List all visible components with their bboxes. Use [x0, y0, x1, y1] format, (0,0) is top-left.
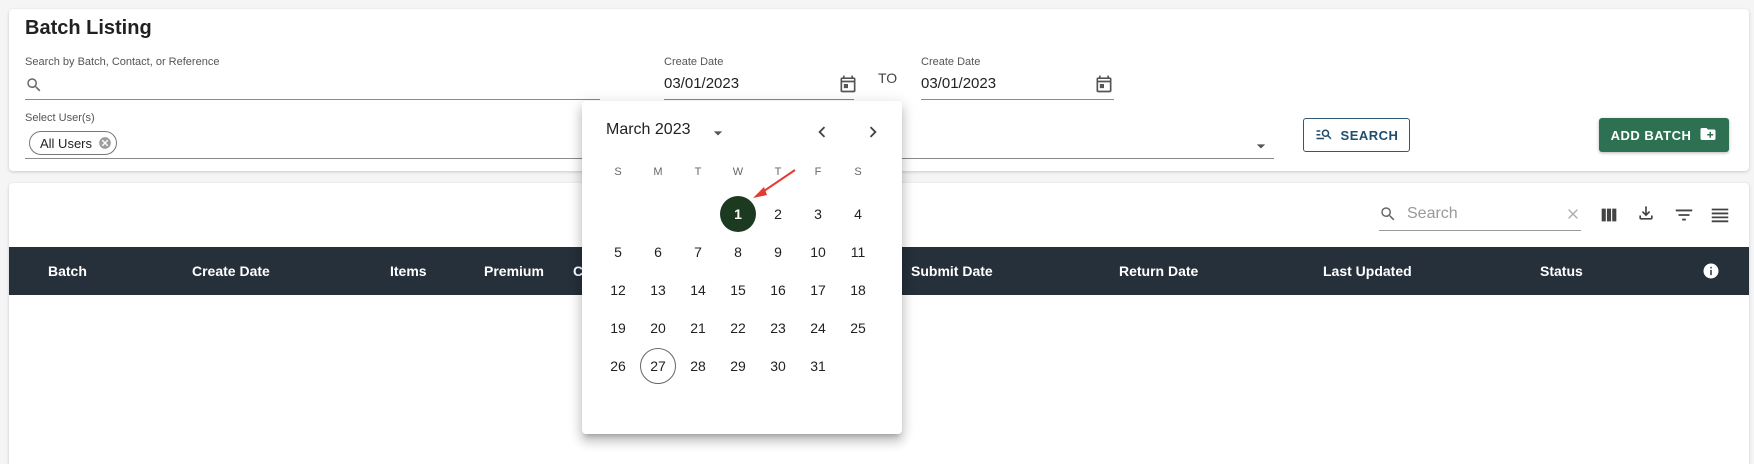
- column-header-last-updated[interactable]: Last Updated: [1323, 263, 1412, 279]
- batch-search-input[interactable]: [25, 99, 600, 100]
- calendar-day[interactable]: 15: [720, 272, 756, 308]
- column-header-submit-date[interactable]: Submit Date: [911, 263, 993, 279]
- arrow-drop-down-icon[interactable]: [708, 123, 728, 143]
- create-date-to-underline: [921, 99, 1114, 100]
- chevron-left-icon[interactable]: [811, 121, 833, 143]
- column-header-return-date[interactable]: Return Date: [1119, 263, 1198, 279]
- weekday-label: M: [653, 166, 663, 178]
- download-icon[interactable]: [1636, 203, 1656, 223]
- view-column-icon[interactable]: [1598, 204, 1620, 226]
- column-header-status[interactable]: Status: [1540, 263, 1583, 279]
- search-icon: [25, 76, 43, 94]
- calendar-day[interactable]: 28: [680, 348, 716, 384]
- add-batch-button[interactable]: ADD BATCH: [1599, 118, 1729, 152]
- calendar-day[interactable]: 9: [760, 234, 796, 270]
- calendar-icon[interactable]: [838, 74, 858, 94]
- weekday-label: F: [814, 166, 822, 178]
- create-date-from-input[interactable]: 03/01/2023: [664, 75, 739, 92]
- users-select-label: Select User(s): [25, 112, 95, 124]
- batch-search-label: Search by Batch, Contact, or Reference: [25, 56, 220, 68]
- calendar-day[interactable]: 11: [840, 234, 876, 270]
- calendar-day[interactable]: 5: [600, 234, 636, 270]
- arrow-drop-down-icon[interactable]: [1251, 136, 1271, 156]
- column-header-batch[interactable]: Batch: [48, 263, 87, 279]
- search-button-label: SEARCH: [1340, 127, 1399, 143]
- calendar-day[interactable]: 31: [800, 348, 836, 384]
- weekday-label: W: [732, 166, 744, 178]
- all-users-chip[interactable]: All Users: [29, 131, 118, 155]
- chip-remove-icon[interactable]: [98, 136, 112, 150]
- calendar-day[interactable]: 7: [680, 234, 716, 270]
- density-icon[interactable]: [1709, 204, 1731, 226]
- column-header-create-date[interactable]: Create Date: [192, 263, 270, 279]
- chevron-right-icon[interactable]: [862, 121, 884, 143]
- calendar-day[interactable]: 29: [720, 348, 756, 384]
- date-picker-popover: March 2023 SMTWTFS 1 2 3 4 5 6 7 8 9 10 11 12 13 14 15…: [582, 101, 902, 434]
- create-new-folder-icon: [1699, 125, 1717, 146]
- calendar-day[interactable]: 19: [600, 310, 636, 346]
- calendar-day[interactable]: 14: [680, 272, 716, 308]
- calendar-day[interactable]: 23: [760, 310, 796, 346]
- column-header-premium[interactable]: Premium: [484, 263, 544, 279]
- info-icon[interactable]: [1702, 262, 1720, 280]
- create-date-to-input[interactable]: 03/01/2023: [921, 75, 996, 92]
- calendar-day[interactable]: 13: [640, 272, 676, 308]
- page-title: Batch Listing: [25, 17, 152, 39]
- calendar-day[interactable]: 6: [640, 234, 676, 270]
- calendar-day[interactable]: 12: [600, 272, 636, 308]
- calendar-day[interactable]: 21: [680, 310, 716, 346]
- calendar-day[interactable]: 8: [720, 234, 756, 270]
- weekday-label: S: [614, 166, 622, 178]
- calendar-day-selected[interactable]: 1: [720, 196, 756, 232]
- create-date-to-label: Create Date: [921, 56, 981, 68]
- column-header-items[interactable]: Items: [390, 263, 427, 279]
- clear-icon[interactable]: [1565, 206, 1581, 222]
- search-button[interactable]: SEARCH: [1303, 118, 1410, 152]
- search-icon: [1379, 205, 1397, 223]
- calendar-day-today[interactable]: 27: [640, 348, 676, 384]
- calendar-day[interactable]: 2: [760, 196, 796, 232]
- calendar-day[interactable]: 17: [800, 272, 836, 308]
- calendar-icon[interactable]: [1094, 74, 1114, 94]
- create-date-from-underline: [664, 99, 854, 100]
- calendar-day[interactable]: 3: [800, 196, 836, 232]
- calendar-day[interactable]: 26: [600, 348, 636, 384]
- weekday-label: T: [694, 166, 702, 178]
- create-date-from-label: Create Date: [664, 56, 724, 68]
- calendar-day[interactable]: 22: [720, 310, 756, 346]
- calendar-day[interactable]: 24: [800, 310, 836, 346]
- add-batch-button-label: ADD BATCH: [1610, 127, 1692, 143]
- table-search-field[interactable]: Search: [1379, 199, 1581, 231]
- calendar-day[interactable]: 16: [760, 272, 796, 308]
- weekday-label: T: [774, 166, 782, 178]
- calendar-day[interactable]: 18: [840, 272, 876, 308]
- month-year-label[interactable]: March 2023: [606, 121, 691, 139]
- calendar-day[interactable]: 30: [760, 348, 796, 384]
- calendar-day[interactable]: 25: [840, 310, 876, 346]
- calendar-day[interactable]: 20: [640, 310, 676, 346]
- filter-icon[interactable]: [1673, 204, 1695, 226]
- calendar-day[interactable]: 10: [800, 234, 836, 270]
- table-search-placeholder: Search: [1407, 205, 1458, 222]
- date-range-to-label: TO: [878, 70, 898, 86]
- manage-search-icon: [1315, 125, 1333, 146]
- chip-label: All Users: [40, 135, 93, 151]
- weekday-label: S: [854, 166, 862, 178]
- calendar-day[interactable]: 4: [840, 196, 876, 232]
- table-search-underline: [1379, 230, 1581, 231]
